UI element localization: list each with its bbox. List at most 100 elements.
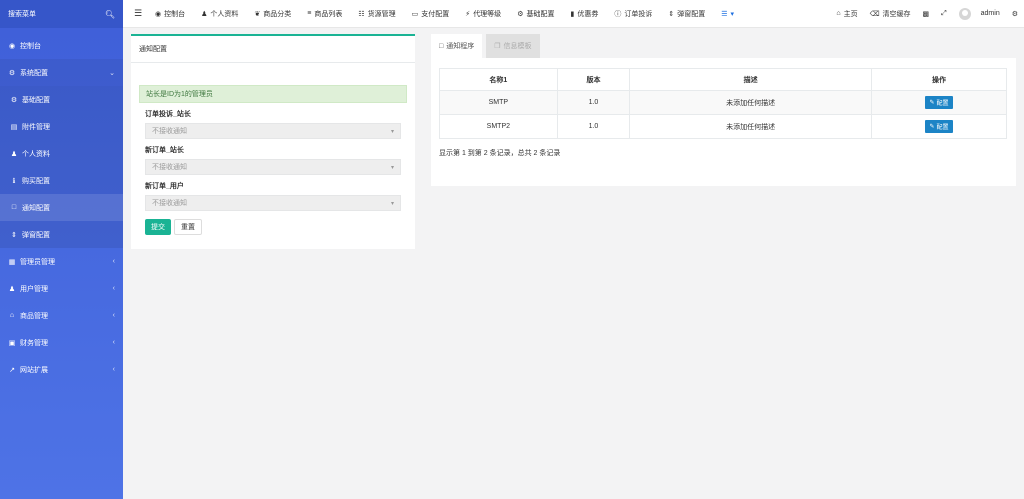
- topnav-popup-config[interactable]: ⇕ 弹窗配置: [660, 0, 713, 27]
- sidebar-item-admin-manage[interactable]: ▦ 管理员管理 ‹: [0, 248, 123, 275]
- bookmark-icon: ▮: [570, 10, 575, 18]
- leaf-icon: ❦: [254, 10, 261, 18]
- sidebar-item-label: 附件管理: [22, 123, 50, 131]
- config-button-label: 配置: [936, 125, 949, 131]
- fullscreen-icon[interactable]: ⤢: [935, 0, 953, 27]
- sidebar: 搜索菜单 🔍︎ ◉ 控制台 ⚙ 系统配置 ⌄ ⚙ 基础配置 ▤ 附件管理 ♟ 个人资料 ℹ…: [0, 0, 123, 499]
- topnav-goods-category[interactable]: ❦ 商品分类: [246, 0, 299, 27]
- tab-message-template[interactable]: ❐ 信息模板: [486, 34, 540, 58]
- tab-body: 名称1 版本 描述 操作 SMTP 1.0 未添加任何描述 ✎ 配置 SMTP2…: [431, 58, 1016, 186]
- column-header-version[interactable]: 版本: [556, 68, 631, 91]
- topbar-right: ⌂ 主页 ⌫ 清空缓存 ▩ ⤢ admin ⚙: [830, 0, 1024, 27]
- sort-icon: ⇕: [668, 10, 675, 18]
- username: admin: [980, 10, 1000, 17]
- sidebar-item-label: 系统配置: [20, 69, 48, 77]
- cell-action: ✎ 配置: [871, 90, 1007, 115]
- column-header-name[interactable]: 名称1: [439, 68, 558, 91]
- user-menu[interactable]: admin: [953, 0, 1006, 27]
- config-button-label: 配置: [936, 101, 949, 107]
- sidebar-item-label: 通知配置: [22, 204, 50, 212]
- pagination-info: 显示第 1 到第 2 条记录，总共 2 条记录: [439, 150, 561, 157]
- topnav-label: 支付配置: [421, 10, 450, 18]
- submit-button[interactable]: 提交: [145, 219, 171, 235]
- field-order-complaint-admin: 订单投诉_站长 不接收通知 ▾: [145, 109, 401, 139]
- topnav-payment-config[interactable]: ▭ 支付配置: [404, 0, 458, 27]
- reset-button[interactable]: 重置: [174, 219, 202, 235]
- trash-icon: ⌫: [869, 10, 880, 18]
- menu-toggle-icon[interactable]: ☰: [129, 8, 147, 19]
- sidebar-item-popup-config[interactable]: ⇕ 弹窗配置: [0, 221, 123, 248]
- sidebar-item-system-config[interactable]: ⚙ 系统配置 ⌄: [0, 59, 123, 86]
- topnav-label: 个人资料: [210, 10, 239, 18]
- topnav-coupon[interactable]: ▮ 优惠券: [562, 0, 606, 27]
- sidebar-item-label: 商品管理: [20, 312, 48, 320]
- sidebar-item-label: 控制台: [20, 42, 41, 50]
- config-button[interactable]: ✎ 配置: [925, 120, 953, 133]
- tab-label: 通知程序: [446, 43, 475, 50]
- home-link[interactable]: ⌂ 主页: [830, 0, 863, 27]
- sidebar-search[interactable]: 搜索菜单 🔍︎: [0, 0, 123, 28]
- caret-down-icon: ▾: [390, 200, 394, 207]
- tab-notify-program[interactable]: □ 通知程序: [431, 34, 483, 58]
- list-icon: ☰: [721, 10, 728, 18]
- column-header-description[interactable]: 描述: [629, 68, 872, 91]
- sidebar-item-basic-config[interactable]: ⚙ 基础配置: [0, 86, 123, 113]
- topnav-source-manage[interactable]: ☷ 货源管理: [350, 0, 403, 27]
- select-value: 不接收通知: [152, 200, 187, 207]
- caret-down-icon: ▾: [730, 10, 734, 18]
- chevron-left-icon: ‹: [112, 366, 115, 373]
- sidebar-item-label: 弹窗配置: [22, 231, 50, 239]
- topnav-basic-config[interactable]: ⚙ 基础配置: [509, 0, 562, 27]
- pencil-icon: ✎: [929, 100, 935, 106]
- topnav-more-dropdown[interactable]: ☰ ▾: [713, 0, 742, 27]
- topnav-label: 订单投诉: [624, 10, 653, 18]
- list-icon: ≡: [307, 10, 312, 17]
- chevron-left-icon: ‹: [112, 312, 115, 319]
- panel-title: 通知配置: [139, 46, 167, 53]
- sidebar-item-site-extend[interactable]: ↗ 网站扩展 ‹: [0, 356, 123, 383]
- config-button[interactable]: ✎ 配置: [925, 96, 953, 109]
- user-icon: ♟: [10, 150, 18, 158]
- sidebar-item-dashboard[interactable]: ◉ 控制台: [0, 32, 123, 59]
- select-new-order-admin[interactable]: 不接收通知 ▾: [145, 159, 401, 175]
- panel-divider: [131, 62, 415, 63]
- chart-icon: ▣: [8, 339, 16, 347]
- sidebar-item-notify-config[interactable]: □ 通知配置: [0, 194, 123, 221]
- info-alert: 站长是ID为1的管理员: [139, 85, 407, 103]
- cell-description: 未添加任何描述: [629, 114, 872, 139]
- topnav-goods-list[interactable]: ≡ 商品列表: [299, 0, 350, 27]
- field-label: 新订单_站长: [145, 147, 184, 154]
- sidebar-item-finance-manage[interactable]: ▣ 财务管理 ‹: [0, 329, 123, 356]
- language-icon[interactable]: ▩: [917, 0, 936, 27]
- pencil-icon: ✎: [929, 124, 935, 130]
- sidebar-item-label: 购买配置: [22, 177, 50, 185]
- topnav-label: 基础配置: [526, 10, 555, 18]
- sidebar-item-profile[interactable]: ♟ 个人资料: [0, 140, 123, 167]
- external-link-icon: ↗: [9, 366, 15, 374]
- clear-cache-button[interactable]: ⌫ 清空缓存: [864, 0, 917, 27]
- sidebar-item-attachments[interactable]: ▤ 附件管理: [0, 113, 123, 140]
- sidebar-item-label: 基础配置: [22, 96, 50, 104]
- topnav-agent-level[interactable]: ⚡︎ 代理等级: [457, 0, 509, 27]
- top-nav: ◉ 控制台 ♟ 个人资料 ❦ 商品分类 ≡ 商品列表 ☷ 货源管理 ▭ 支付配置 ⚡︎ 代理等…: [147, 0, 742, 27]
- system-config-submenu: ⚙ 基础配置 ▤ 附件管理 ♟ 个人资料 ℹ 购买配置 □ 通知配置 ⇕ 弹窗配置: [0, 86, 123, 248]
- topnav-label: 弹窗配置: [677, 10, 706, 18]
- search-icon[interactable]: 🔍︎: [105, 10, 115, 19]
- topnav-label: 代理等级: [473, 10, 502, 18]
- topnav-order-complaint[interactable]: ⓘ 订单投诉: [606, 0, 660, 27]
- select-new-order-user[interactable]: 不接收通知 ▾: [145, 195, 401, 211]
- cell-version: 1.0: [556, 90, 631, 115]
- field-new-order-admin: 新订单_站长 不接收通知 ▾: [145, 145, 401, 175]
- select-order-complaint-admin[interactable]: 不接收通知 ▾: [145, 123, 401, 139]
- message-icon: □: [11, 204, 17, 211]
- sidebar-item-purchase-config[interactable]: ℹ 购买配置: [0, 167, 123, 194]
- topnav-profile[interactable]: ♟ 个人资料: [193, 0, 246, 27]
- topnav-dashboard[interactable]: ◉ 控制台: [147, 0, 193, 27]
- sidebar-item-user-manage[interactable]: ♟ 用户管理 ‹: [0, 275, 123, 302]
- dashboard-icon: ◉: [8, 42, 16, 50]
- settings-gears-icon[interactable]: ⚙: [1006, 0, 1024, 27]
- chevron-down-icon: ⌄: [109, 69, 115, 77]
- topnav-label: 优惠券: [577, 10, 599, 18]
- clear-cache-label: 清空缓存: [882, 10, 911, 18]
- sidebar-item-goods-manage[interactable]: ⌂ 商品管理 ‹: [0, 302, 123, 329]
